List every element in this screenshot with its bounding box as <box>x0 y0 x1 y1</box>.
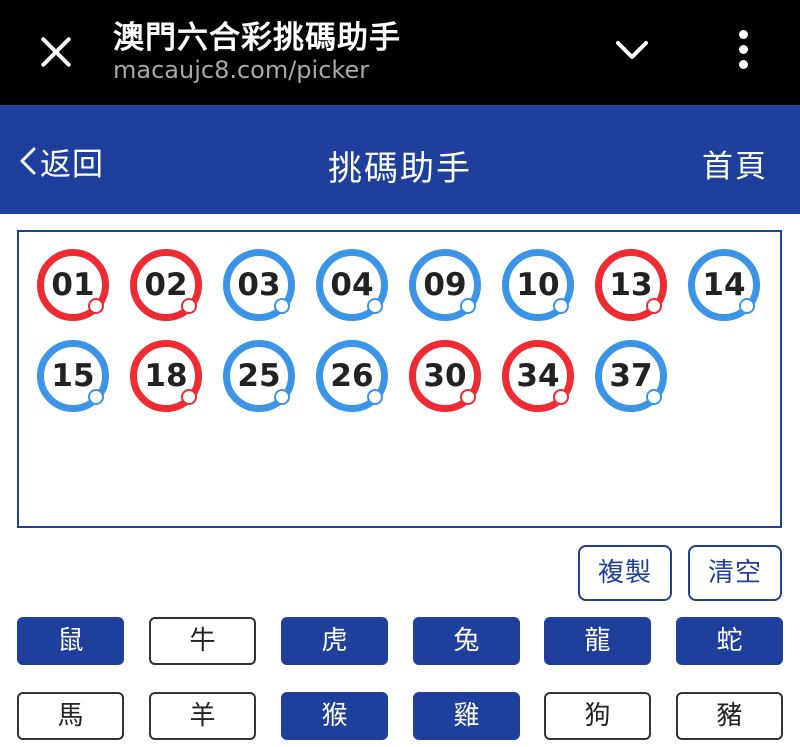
zodiac-chip[interactable]: 馬 <box>17 692 124 740</box>
number-ball[interactable]: 01 <box>37 249 109 321</box>
number-ball[interactable]: 14 <box>688 249 760 321</box>
number-ball[interactable]: 37 <box>595 340 667 412</box>
close-icon[interactable] <box>34 30 78 74</box>
browser-url[interactable]: macaujc8.com/picker <box>113 56 369 84</box>
copy-button[interactable]: 複製 <box>578 545 672 601</box>
app-header: 返回 挑碼助手 首頁 <box>0 105 800 214</box>
zodiac-chip[interactable]: 蛇 <box>676 617 783 665</box>
number-ball[interactable]: 04 <box>316 249 388 321</box>
zodiac-chip[interactable]: 兔 <box>413 617 520 665</box>
zodiac-chip[interactable]: 狗 <box>544 692 651 740</box>
number-ball[interactable]: 13 <box>595 249 667 321</box>
number-ball[interactable]: 34 <box>502 340 574 412</box>
number-ball[interactable]: 30 <box>409 340 481 412</box>
browser-toolbar: 澳門六合彩挑碼助手 macaujc8.com/picker <box>0 0 800 105</box>
number-ball[interactable]: 02 <box>130 249 202 321</box>
number-ball[interactable]: 26 <box>316 340 388 412</box>
selected-numbers-panel: 01 02 03 04 09 10 13 14 15 18 25 26 30 3… <box>17 230 782 528</box>
browser-page-title: 澳門六合彩挑碼助手 <box>113 20 401 56</box>
number-ball[interactable]: 15 <box>37 340 109 412</box>
number-ball[interactable]: 18 <box>130 340 202 412</box>
number-ball[interactable]: 10 <box>502 249 574 321</box>
more-vert-icon[interactable] <box>732 28 756 72</box>
zodiac-chip[interactable]: 雞 <box>413 692 520 740</box>
number-ball[interactable]: 09 <box>409 249 481 321</box>
chevron-down-icon[interactable] <box>614 32 650 68</box>
zodiac-chip[interactable]: 牛 <box>149 617 256 665</box>
zodiac-chip[interactable]: 羊 <box>149 692 256 740</box>
zodiac-chip[interactable]: 鼠 <box>17 617 124 665</box>
clear-button[interactable]: 清空 <box>688 545 782 601</box>
number-ball[interactable]: 03 <box>223 249 295 321</box>
home-button[interactable]: 首頁 <box>702 141 768 186</box>
number-ball[interactable]: 25 <box>223 340 295 412</box>
zodiac-chip[interactable]: 龍 <box>544 617 651 665</box>
zodiac-chip[interactable]: 猴 <box>281 692 388 740</box>
page-title: 挑碼助手 <box>328 149 472 189</box>
zodiac-chip[interactable]: 豬 <box>676 692 783 740</box>
zodiac-chip[interactable]: 虎 <box>281 617 388 665</box>
